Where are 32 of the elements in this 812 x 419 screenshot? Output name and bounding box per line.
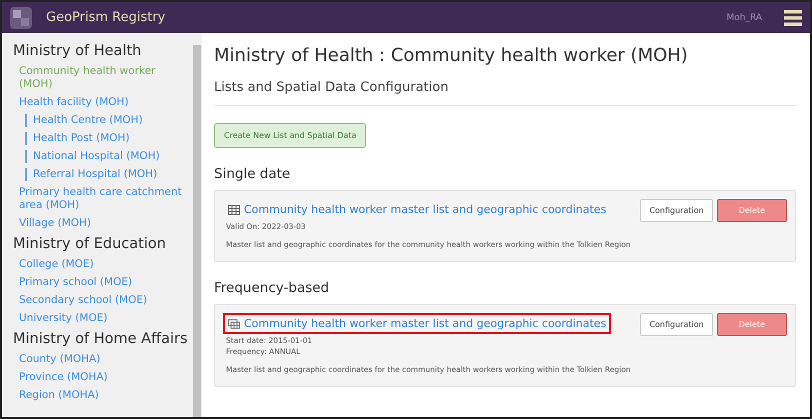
menu-icon[interactable] (784, 10, 802, 26)
scrollbar[interactable] (192, 33, 202, 417)
sidebar-item[interactable]: University (MOE) (19, 312, 192, 325)
list-link[interactable]: Community health worker master list and geographic coordinates (223, 313, 612, 334)
create-button[interactable]: Create New List and Spatial Data (214, 123, 366, 148)
section-heading: Frequency-based (214, 280, 330, 296)
section-heading: Single date (214, 166, 292, 182)
sidebar-item[interactable]: Village (MOH) (19, 217, 192, 230)
sidebar-item[interactable]: Region (MOHA) (19, 389, 192, 402)
tables-icon (228, 318, 240, 328)
logo-icon (10, 6, 32, 28)
group-heading: Ministry of Education (13, 236, 167, 252)
delete-button[interactable]: Delete (716, 313, 787, 336)
sidebar-item[interactable]: Primary health care catchment area (MOH) (19, 186, 192, 212)
sidebar-item[interactable]: County (MOHA) (19, 353, 192, 366)
sidebar-item[interactable]: Secondary school (MOE) (19, 294, 192, 307)
app-title: GeoPrism Registry (46, 10, 166, 25)
group-heading: Ministry of Home Affairs (13, 331, 189, 347)
table-icon (228, 204, 240, 214)
sidebar-item[interactable]: College (MOE) (19, 258, 192, 271)
configuration-button[interactable]: Configuration (640, 199, 713, 222)
page-subtitle: Lists and Spatial Data Configuration (214, 80, 450, 95)
username[interactable]: Moh_RA (726, 12, 762, 22)
sidebar-item[interactable]: Community health worker (MOH) (19, 65, 192, 91)
list-link[interactable]: Community health worker master list and geographic coordinates (223, 199, 612, 220)
sidebar-item[interactable]: Province (MOHA) (19, 371, 192, 384)
sidebar-item[interactable]: Primary school (MOE) (19, 276, 192, 289)
sidebar-item[interactable]: Health facility (MOH) (19, 96, 192, 109)
configuration-button[interactable]: Configuration (640, 313, 713, 336)
page-title: Ministry of Health : Community health worker (MOH) (214, 45, 689, 66)
group-heading: Ministry of Health (13, 43, 142, 59)
delete-button[interactable]: Delete (716, 199, 787, 222)
